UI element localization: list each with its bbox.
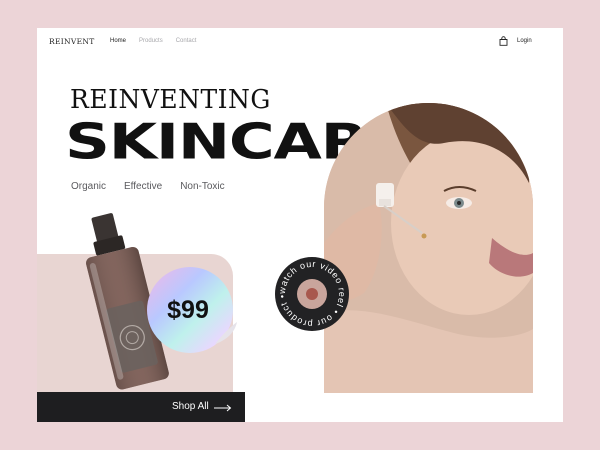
- arrow-right-icon: [214, 404, 232, 412]
- shop-all-button[interactable]: Shop All: [37, 392, 245, 422]
- main-nav: Home Products Contact: [110, 38, 196, 44]
- tag-effective: Effective: [124, 181, 163, 192]
- brand-logo[interactable]: REINVENT: [49, 37, 95, 46]
- shop-all-label: Shop All: [172, 401, 209, 412]
- nav-item-home[interactable]: Home: [110, 38, 126, 44]
- shopping-bag-icon[interactable]: [499, 36, 508, 46]
- watch-video-badge[interactable]: watch our video reel • our product •: [274, 256, 350, 332]
- price-label: $99: [167, 296, 209, 324]
- tag-non-toxic: Non-Toxic: [180, 181, 225, 192]
- play-icon: [306, 288, 318, 300]
- nav-item-contact[interactable]: Contact: [176, 38, 197, 44]
- nav-item-products[interactable]: Products: [139, 38, 163, 44]
- model-photo-arch: [324, 103, 533, 393]
- landing-page-card: REINVENT Home Products Contact Login REI…: [37, 28, 563, 422]
- tag-organic: Organic: [71, 181, 107, 192]
- login-link[interactable]: Login: [517, 38, 532, 44]
- feature-tags: Organic Effective Non-Toxic: [71, 181, 225, 192]
- hero-heading-line1: REINVENTING: [70, 84, 271, 115]
- model-photo: [324, 103, 533, 393]
